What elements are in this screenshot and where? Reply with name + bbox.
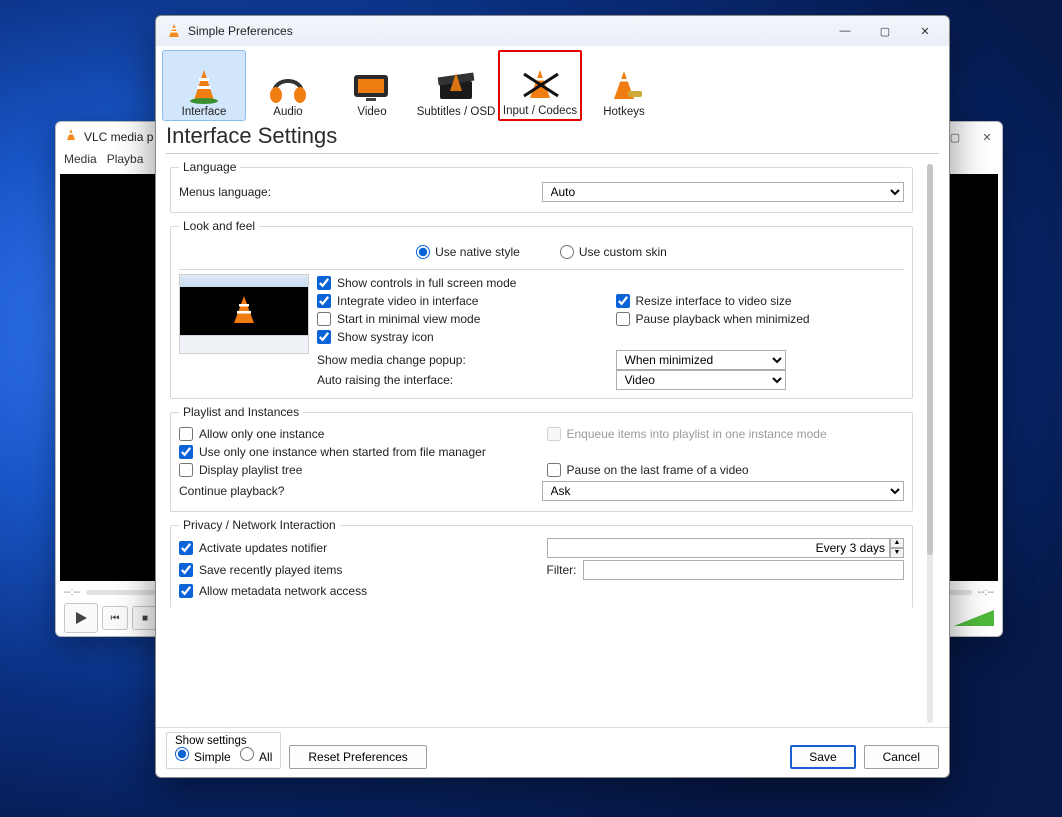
radio-native-style[interactable]: Use native style (416, 243, 520, 261)
clapperboard-icon (433, 66, 479, 106)
label-continue-playback: Continue playback? (179, 484, 542, 498)
maximize-button[interactable]: ▢ (871, 21, 899, 41)
vlc-cone-icon (64, 128, 78, 147)
show-settings-group: Show settings Simple All (166, 732, 281, 769)
check-one-instance-fm[interactable]: Use only one instance when started from … (179, 443, 904, 461)
check-integrate-video[interactable]: Integrate video in interface (317, 292, 606, 310)
check-save-recent[interactable]: Save recently played items (179, 558, 537, 582)
tab-input-codecs[interactable]: Input / Codecs (498, 50, 582, 121)
cancel-button[interactable]: Cancel (864, 745, 939, 769)
check-pause-last-frame[interactable]: Pause on the last frame of a video (547, 461, 905, 479)
prev-button[interactable]: ⏮ (102, 606, 128, 630)
headphones-icon (265, 66, 311, 106)
menu-playback[interactable]: Playba (107, 152, 144, 174)
label-menus-language: Menus language: (179, 185, 542, 199)
volume-indicator[interactable] (954, 608, 994, 628)
tab-label: Interface (182, 106, 227, 118)
legend-playlist: Playlist and Instances (179, 405, 303, 419)
check-fullscreen-controls[interactable]: Show controls in full screen mode (317, 274, 606, 292)
cone-key-icon (601, 66, 647, 106)
legend-language: Language (179, 160, 240, 174)
reset-preferences-button[interactable]: Reset Preferences (289, 745, 426, 769)
radio-simple[interactable]: Simple (175, 750, 231, 764)
radio-custom-skin[interactable]: Use custom skin (560, 243, 667, 261)
label-show-settings: Show settings (175, 735, 272, 747)
check-systray-icon[interactable]: Show systray icon (317, 328, 606, 346)
tv-icon (349, 66, 395, 106)
check-resize-interface[interactable]: Resize interface to video size (616, 292, 905, 310)
label-media-change-popup: Show media change popup: (317, 350, 606, 370)
prefs-titlebar: Simple Preferences — ▢ ✕ (156, 16, 949, 46)
tab-label: Input / Codecs (503, 105, 577, 117)
tab-hotkeys[interactable]: Hotkeys (582, 50, 666, 121)
radio-all[interactable]: All (240, 750, 272, 764)
check-pause-minimized[interactable]: Pause playback when minimized (616, 310, 905, 328)
chevron-up-icon[interactable]: ▲ (890, 538, 904, 548)
tab-interface[interactable]: Interface (162, 50, 246, 121)
tab-audio[interactable]: Audio (246, 50, 330, 121)
chevron-down-icon[interactable]: ▼ (890, 548, 904, 558)
vlc-cone-icon (166, 23, 182, 39)
spin-update-interval[interactable]: ▲▼ (547, 538, 905, 558)
category-tabs: Interface Audio Video Subtitles / OSD In… (156, 46, 949, 121)
select-media-change-popup[interactable]: When minimized (616, 350, 786, 370)
tab-label: Audio (273, 106, 302, 118)
close-button[interactable]: ✕ (980, 130, 994, 144)
label-auto-raising: Auto raising the interface: (317, 370, 606, 390)
maximize-button[interactable]: ▢ (948, 130, 962, 144)
preferences-window: Simple Preferences — ▢ ✕ Interface Audio… (155, 15, 950, 778)
tab-label: Hotkeys (603, 106, 645, 118)
close-button[interactable]: ✕ (911, 21, 939, 41)
vlc-cone-icon (181, 66, 227, 106)
page-title: Interface Settings (166, 123, 939, 149)
legend-look: Look and feel (179, 219, 259, 233)
legend-privacy: Privacy / Network Interaction (179, 518, 340, 532)
skin-preview (179, 274, 309, 354)
select-auto-raising[interactable]: Video (616, 370, 786, 390)
tab-subtitles-osd[interactable]: Subtitles / OSD (414, 50, 498, 121)
label-filter: Filter: (547, 563, 577, 577)
time-total: --:-- (978, 587, 994, 598)
scrollbar[interactable] (925, 160, 935, 727)
save-button[interactable]: Save (790, 745, 855, 769)
check-minimal-view[interactable]: Start in minimal view mode (317, 310, 606, 328)
prefs-title: Simple Preferences (188, 24, 831, 38)
tab-label: Video (357, 106, 386, 118)
check-metadata-access[interactable]: Allow metadata network access (179, 582, 904, 600)
play-button[interactable] (64, 603, 98, 633)
input-filter[interactable] (583, 560, 905, 580)
check-playlist-tree[interactable]: Display playlist tree (179, 461, 537, 479)
group-playlist-instances: Playlist and Instances Allow only one in… (170, 405, 913, 512)
menu-media[interactable]: Media (64, 152, 97, 174)
check-one-instance[interactable]: Allow only one instance (179, 425, 537, 443)
check-enqueue-items: Enqueue items into playlist in one insta… (547, 425, 905, 443)
tab-label: Subtitles / OSD (417, 106, 496, 118)
select-continue-playback[interactable]: Ask (542, 481, 905, 501)
time-elapsed: --:-- (64, 587, 80, 598)
minimize-button[interactable]: — (831, 21, 859, 41)
tab-video[interactable]: Video (330, 50, 414, 121)
group-look-and-feel: Look and feel Use native style Use custo… (170, 219, 913, 399)
cone-crossed-icon (517, 65, 563, 105)
group-privacy-network: Privacy / Network Interaction Activate u… (170, 518, 913, 608)
check-updates-notifier[interactable]: Activate updates notifier (179, 538, 537, 558)
select-menus-language[interactable]: Auto (542, 182, 905, 202)
group-language: Language Menus language: Auto (170, 160, 913, 213)
